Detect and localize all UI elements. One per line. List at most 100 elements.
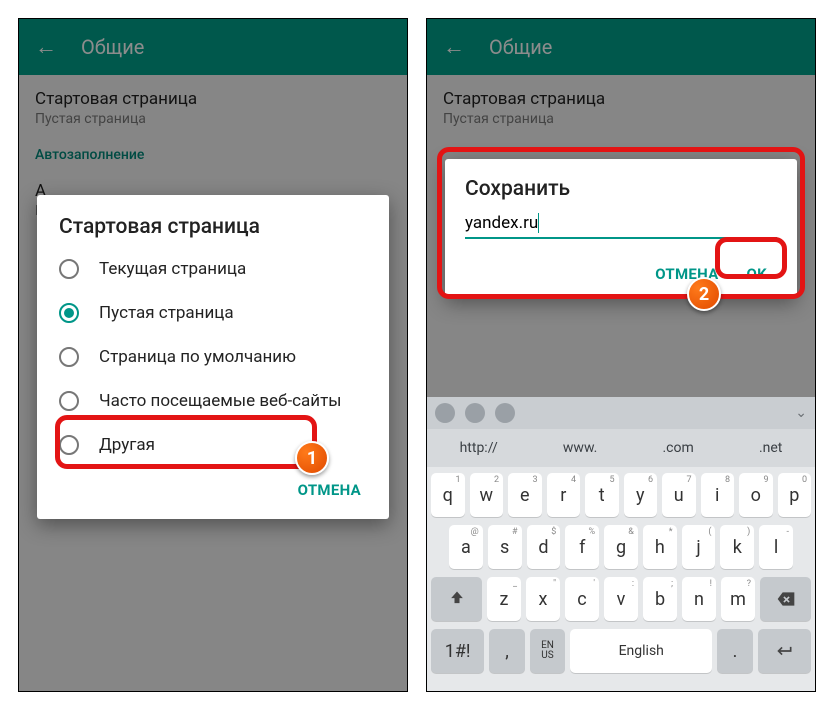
key-hint: - [787,527,790,537]
key-comma[interactable]: , [489,629,525,673]
key-hint: * [669,527,673,537]
key-y[interactable]: y6 [624,473,658,517]
key-hint: : [632,579,634,589]
suggestion[interactable]: www. [563,440,597,456]
key-m[interactable]: m? [721,577,755,621]
key-hint: ! [710,579,712,589]
url-input-value: yandex.ru [465,213,538,233]
key-hint: ; [671,579,673,589]
key-enter[interactable] [758,629,811,673]
option-frequent-sites[interactable]: Часто посещаемые веб-сайты [37,379,389,423]
key-t[interactable]: t5 [585,473,619,517]
suggestion[interactable]: http:// [460,440,498,456]
key-dot[interactable]: . [717,629,753,673]
key-q[interactable]: q1 [431,473,465,517]
keyboard-row-3: z_x"c'v:b;n!m? [431,577,811,621]
kbd-globe-icon[interactable] [465,403,485,423]
option-label: Другая [99,435,155,455]
key-hint: 7 [686,475,691,485]
key-hint: 1 [455,475,460,485]
suggestion[interactable]: .com [662,440,693,456]
key-hint: 6 [648,475,653,485]
key-n[interactable]: n! [682,577,716,621]
key-space[interactable]: English [570,629,712,673]
ok-button[interactable]: OK [737,257,777,291]
key-u[interactable]: u7 [662,473,696,517]
cancel-button[interactable]: ОТМЕНА [288,473,371,507]
key-hint: # [512,527,518,537]
key-backspace[interactable] [760,577,811,621]
option-blank-page[interactable]: Пустая страница [37,291,389,335]
key-hint: ) [747,527,750,537]
key-s[interactable]: s# [488,525,522,569]
key-hint: 0 [802,475,807,485]
key-a[interactable]: a@ [449,525,483,569]
key-hint: ' [593,579,595,589]
option-current-page[interactable]: Текущая страница [37,247,389,291]
startpage-dialog: Стартовая страница Текущая страница Пуст… [37,195,389,519]
key-shift[interactable] [431,577,482,621]
key-hint: $ [551,527,556,537]
key-f[interactable]: f% [565,525,599,569]
key-hint: 2 [494,475,499,485]
key-hint: 5 [609,475,614,485]
key-e[interactable]: e3 [508,473,542,517]
key-numbers[interactable]: 1#! [431,629,484,673]
key-g[interactable]: g& [604,525,638,569]
keyboard-toolbar: ⌄ [427,397,815,429]
option-default-page[interactable]: Страница по умолчанию [37,335,389,379]
key-hint: 9 [763,475,768,485]
suggestion[interactable]: .net [759,440,782,456]
key-i[interactable]: i8 [701,473,735,517]
cancel-button[interactable]: ОТМЕНА [645,257,728,291]
option-label: Текущая страница [99,259,246,279]
backspace-icon [776,589,796,609]
radio-icon [59,391,79,411]
keyboard-row-1: q1w2e3r4t5y6u7i8o9p0 [431,473,811,517]
url-input[interactable]: yandex.ru [465,213,777,239]
key-hint: _ [513,579,517,589]
key-d[interactable]: d$ [527,525,561,569]
key-hint: 8 [725,475,730,485]
kbd-clip-icon[interactable] [495,403,515,423]
key-w[interactable]: w2 [470,473,504,517]
key-p[interactable]: p0 [778,473,812,517]
keyboard: ⌄ http:// www. .com .net q1w2e3r4t5y6u7i… [427,397,815,691]
key-hint: % [589,527,596,537]
right-screenshot: ← Общие Стартовая страница Пустая страни… [426,18,816,692]
dialog-title: Стартовая страница [37,215,389,247]
radio-icon [59,259,79,279]
save-dialog: Сохранить yandex.ru ОТМЕНА OK [445,159,797,297]
key-lang-bot: US [541,651,553,661]
key-o[interactable]: o9 [739,473,773,517]
key-l[interactable]: l- [759,525,793,569]
option-label: Часто посещаемые веб-сайты [99,391,341,411]
key-r[interactable]: r4 [547,473,581,517]
key-language[interactable]: EN US [530,629,566,673]
kbd-settings-icon[interactable] [435,403,455,423]
option-label: Страница по умолчанию [99,347,296,367]
key-c[interactable]: c' [565,577,599,621]
key-hint: " [553,579,556,589]
option-other[interactable]: Другая [37,423,389,467]
enter-icon [774,641,794,661]
key-k[interactable]: k) [720,525,754,569]
key-h[interactable]: h* [643,525,677,569]
kbd-collapse-icon[interactable]: ⌄ [795,405,807,421]
key-x[interactable]: x" [526,577,560,621]
key-hint: @ [471,527,479,537]
shift-icon [447,589,467,609]
option-label: Пустая страница [99,303,234,323]
key-hint: & [628,527,634,537]
key-j[interactable]: j( [682,525,716,569]
key-hint: 3 [532,475,537,485]
left-screenshot: ← Общие Стартовая страница Пустая страни… [18,18,408,692]
radio-icon [59,347,79,367]
key-v[interactable]: v: [604,577,638,621]
key-b[interactable]: b; [643,577,677,621]
key-z[interactable]: z_ [487,577,521,621]
keyboard-row-2: a@s#d$f%g&h*j(k)l- [431,525,811,569]
key-hint: 4 [571,475,576,485]
keyboard-row-4: 1#! , EN US English . [431,629,811,673]
key-hint: ? [747,579,751,589]
